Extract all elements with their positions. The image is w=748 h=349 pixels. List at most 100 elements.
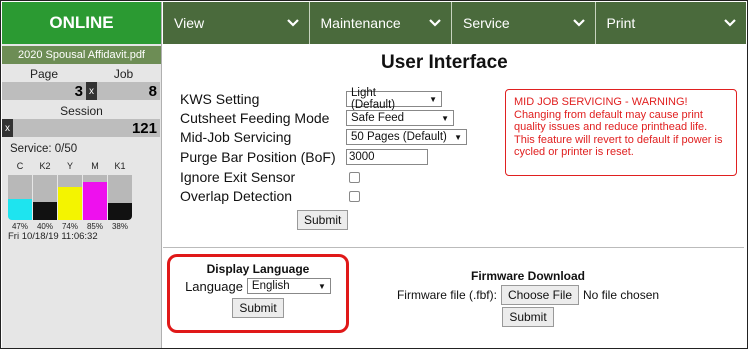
firmware-file-row: Firmware file (.fbf): Choose File No fil… — [358, 285, 698, 305]
ink-bar-m — [83, 175, 107, 220]
language-label: Language — [185, 278, 243, 294]
session-counter-label: Session — [60, 104, 103, 118]
overlap-detection-label: Overlap Detection — [180, 188, 293, 204]
online-status-banner: ONLINE — [2, 2, 161, 44]
ink-fill-m — [83, 181, 107, 220]
firmware-file-label: Firmware file (.fbf): — [396, 288, 497, 302]
settings-form: KWS Setting Light (Default) ▼ Cutsheet F… — [180, 87, 467, 230]
page-counter-label: Page — [29, 67, 59, 81]
midjob-servicing-label: Mid-Job Servicing — [180, 129, 292, 145]
firmware-submit-row: Submit — [358, 307, 698, 327]
clear-page-button[interactable]: x — [86, 82, 97, 100]
main-content: User Interface KWS Setting Light (Defaul… — [163, 44, 746, 347]
dropdown-arrow-icon: ▼ — [429, 94, 437, 104]
setting-purge: Purge Bar Position (BoF) 3000 — [180, 148, 467, 166]
ink-fill-k2 — [33, 202, 57, 220]
nav-menu-maintenance[interactable]: Maintenance — [310, 2, 453, 44]
setting-ignore-exit: Ignore Exit Sensor — [180, 168, 467, 186]
settings-submit-row: Submit — [297, 210, 467, 230]
clear-session-button[interactable]: x — [2, 119, 13, 137]
setting-cutsheet: Cutsheet Feeding Mode Safe Feed ▼ — [180, 109, 467, 127]
ink-label-m: M — [91, 161, 99, 171]
ink-percent-m: 85% — [86, 222, 103, 231]
kws-setting-value: Light (Default) — [351, 87, 396, 111]
nav-menu-label: View — [174, 15, 205, 31]
session-counter-value: 121 — [13, 119, 160, 137]
nav-menu-label: Print — [606, 15, 636, 31]
cutsheet-feeding-select[interactable]: Safe Feed ▼ — [346, 110, 454, 126]
nav-menu-view[interactable]: View — [163, 2, 310, 44]
chevron-down-icon — [724, 16, 736, 30]
language-select[interactable]: English ▼ — [246, 278, 331, 294]
ink-fill-y — [58, 186, 82, 220]
ink-fill-c — [8, 198, 32, 220]
purge-bar-label: Purge Bar Position (BoF) — [180, 149, 336, 165]
language-submit-row: Submit — [170, 298, 346, 318]
ink-percent-k2: 40% — [36, 222, 53, 231]
kws-setting-label: KWS Setting — [180, 91, 260, 107]
chevron-down-icon — [572, 16, 585, 30]
language-submit-button[interactable]: Submit — [232, 298, 284, 318]
dropdown-arrow-icon: ▼ — [441, 113, 449, 123]
ink-label-c: C — [16, 161, 24, 171]
ink-labels: C K2 Y M K1 — [8, 161, 161, 171]
ignore-exit-label: Ignore Exit Sensor — [180, 169, 296, 185]
page-title: User Interface — [381, 52, 508, 73]
ignore-exit-checkbox[interactable] — [349, 171, 360, 183]
kws-setting-select[interactable]: Light (Default) ▼ — [346, 87, 442, 111]
no-file-chosen-text: No file chosen — [583, 288, 660, 302]
choose-file-button[interactable]: Choose File — [500, 285, 579, 305]
dropdown-arrow-icon: ▼ — [318, 281, 326, 291]
service-count: Service: 0/50 — [10, 143, 78, 155]
language-value: English — [251, 280, 290, 292]
chevron-down-icon — [286, 16, 299, 30]
app-frame: ONLINE 2020 Spousal Affidavit.pdf Page J… — [0, 0, 748, 349]
display-language-section: Display Language Language English ▼ Subm… — [167, 254, 349, 333]
purge-bar-input[interactable]: 3000 — [346, 149, 428, 165]
job-counters: Page Job 3 x 8 Session x 121 — [2, 64, 161, 137]
dropdown-arrow-icon: ▼ — [454, 132, 462, 142]
setting-overlap: Overlap Detection — [180, 187, 467, 205]
midjob-servicing-value: 50 Pages (Default) — [351, 131, 447, 143]
overlap-detection-checkbox[interactable] — [349, 190, 360, 202]
firmware-download-title: Firmware Download — [470, 269, 586, 283]
ink-percent-c: 47% — [11, 222, 28, 231]
setting-kws: KWS Setting Light (Default) ▼ — [180, 87, 467, 111]
top-nav: View Maintenance Service Print — [163, 2, 746, 44]
ink-label-y: Y — [66, 161, 73, 171]
midjob-warning-box: MID JOB SERVICING - WARNING! Changing fr… — [505, 89, 737, 176]
ink-bar-c — [8, 175, 32, 220]
job-counter-label: Job — [113, 67, 134, 81]
nav-menu-label: Maintenance — [320, 15, 401, 31]
ink-fill-k1 — [108, 202, 132, 220]
nav-menu-service[interactable]: Service — [452, 2, 596, 44]
ink-label-k2: K2 — [39, 161, 51, 171]
cutsheet-feeding-value: Safe Feed — [351, 112, 405, 124]
ink-percent-k1: 38% — [111, 222, 128, 231]
nav-menu-label: Service — [463, 15, 510, 31]
ink-label-k1: K1 — [114, 161, 126, 171]
ink-bar-k1 — [108, 175, 132, 220]
warning-title: MID JOB SERVICING - WARNING! — [514, 96, 688, 108]
ink-percentages: 47% 40% 74% 85% 38% — [8, 222, 161, 231]
ink-percent-y: 74% — [61, 222, 78, 231]
settings-submit-button[interactable]: Submit — [297, 210, 349, 230]
cutsheet-feeding-label: Cutsheet Feeding Mode — [180, 110, 330, 126]
ink-bar-y — [58, 175, 82, 220]
language-row: Language English ▼ — [170, 278, 346, 294]
status-timestamp: Fri 10/18/19 11:06:32 — [8, 231, 98, 242]
display-language-title: Display Language — [206, 262, 310, 276]
chevron-down-icon — [429, 16, 441, 30]
ink-level-gauges — [8, 175, 161, 220]
midjob-servicing-select[interactable]: 50 Pages (Default) ▼ — [346, 129, 467, 145]
current-document-name: 2020 Spousal Affidavit.pdf — [2, 46, 161, 64]
setting-midjob: Mid-Job Servicing 50 Pages (Default) ▼ — [180, 128, 467, 146]
firmware-submit-button[interactable]: Submit — [502, 307, 554, 327]
section-divider — [163, 247, 744, 248]
warning-text: Changing from default may cause print qu… — [514, 108, 723, 159]
ink-bar-k2 — [33, 175, 57, 220]
page-counter-value: 3 — [2, 82, 86, 100]
nav-menu-print[interactable]: Print — [596, 2, 746, 44]
job-counter-value: 8 — [97, 82, 160, 100]
status-sidebar: ONLINE 2020 Spousal Affidavit.pdf Page J… — [2, 2, 162, 348]
